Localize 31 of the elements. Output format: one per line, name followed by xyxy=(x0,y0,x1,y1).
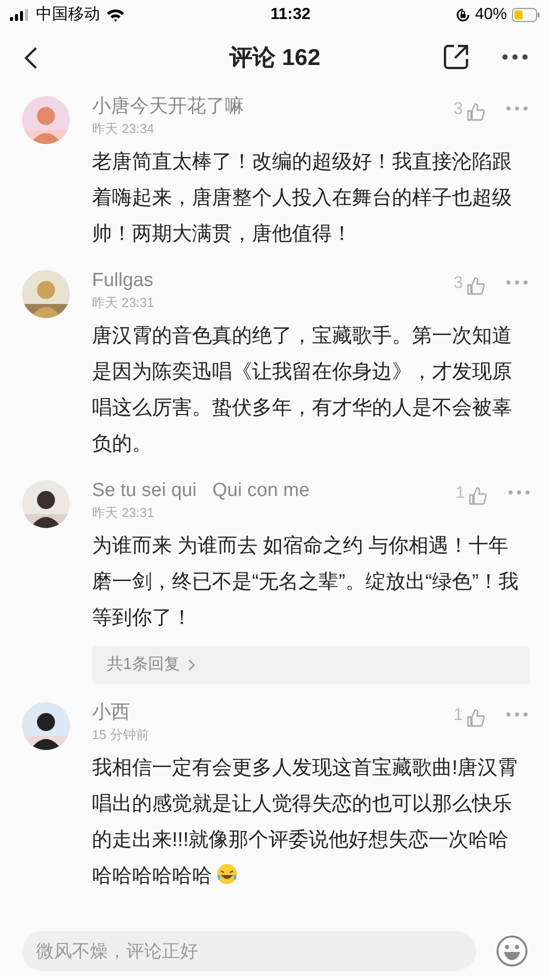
carrier-name: 中国移动 xyxy=(36,4,100,25)
like-button[interactable]: 3 xyxy=(454,270,486,296)
comment-time: 昨天 23:31 xyxy=(92,294,156,312)
author-name[interactable]: Se tu sei qui Qui con me xyxy=(92,478,456,504)
author-name[interactable]: Fullgas xyxy=(92,268,454,294)
comment-text: 老唐简直太棒了！改编的超级好！我直接沦陷跟着嗨起来，唐唐整个人投入在舞台的样子也超级帅！两期大满贯，唐他值得！ xyxy=(92,150,513,247)
back-icon[interactable] xyxy=(24,46,38,70)
comment-text: 唐汉霄的音色真的绝了，宝藏歌手。第一次知道是因为陈奕迅唱《让我留在你身边》，才发现原唱这么厉害。蛰伏多年，有才华的人是不会被辜负的。 xyxy=(92,324,513,457)
wifi-icon xyxy=(106,8,125,22)
comment-time: 昨天 23:34 xyxy=(92,120,156,138)
replies-link[interactable]: 共1条回复 xyxy=(92,646,530,684)
like-button[interactable]: 3 xyxy=(454,96,486,122)
clock-time: 11:32 xyxy=(270,5,310,25)
comment-time: 15 分钟前 xyxy=(92,726,150,744)
battery-percent: 40% xyxy=(474,5,507,25)
comment-text: 为谁而来 为谁而去 如宿命之约 与你相遇！十年磨一剑，终已不是“无名之辈”。绽放出“绿色”！我等到你了！ xyxy=(92,534,520,631)
comment-time: 昨天 23:31 xyxy=(92,504,156,522)
rotation-lock-icon xyxy=(456,8,470,22)
author-name[interactable]: 小西 xyxy=(92,700,454,726)
share-icon[interactable] xyxy=(443,44,469,70)
battery-icon xyxy=(512,8,540,22)
emoji-button-icon[interactable] xyxy=(496,935,528,967)
more-icon[interactable] xyxy=(502,54,528,60)
comment-text: 我相信一定有会更多人发现这首宝藏歌曲!唐汉霄唱出的感觉就是让人觉得失恋的也可以那么快乐的走出来!!!就像那个评委说他好想失恋一次哈哈哈哈哈哈哈哈 xyxy=(92,756,519,889)
author-name[interactable]: 小唐今天开花了嘛 xyxy=(92,94,454,120)
page-title: 评论 162 xyxy=(230,42,320,72)
signal-icon xyxy=(10,9,30,21)
like-button[interactable]: 1 xyxy=(454,702,486,728)
like-button[interactable]: 1 xyxy=(456,480,488,506)
comment-input[interactable]: 微风不燥，评论正好 xyxy=(22,931,476,971)
chevron-right-icon xyxy=(188,659,195,671)
